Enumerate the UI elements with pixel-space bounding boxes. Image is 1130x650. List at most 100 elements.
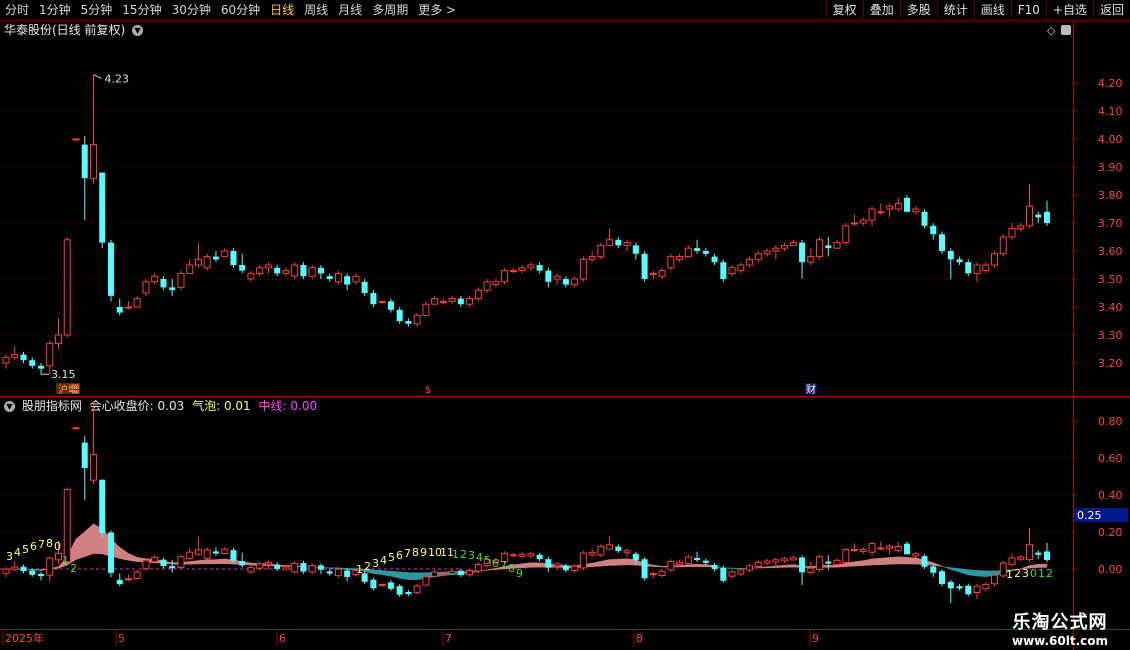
candle-body-down bbox=[29, 360, 36, 366]
candle-body-up bbox=[999, 236, 1007, 255]
indicator-candle-down bbox=[641, 559, 648, 579]
candle-body-down bbox=[947, 251, 954, 260]
indicator-candle-up bbox=[177, 556, 185, 568]
candle-body-down bbox=[405, 321, 412, 324]
indicator-candle-up bbox=[737, 569, 745, 575]
candle-body-up bbox=[667, 256, 675, 269]
candle-body-down bbox=[965, 262, 972, 274]
indicator-ribbon-segment bbox=[854, 560, 864, 567]
candle-body-up bbox=[553, 275, 561, 280]
indicator-candle-down bbox=[29, 570, 36, 575]
candle-body-up bbox=[807, 256, 815, 263]
indicator-ribbon-segment bbox=[119, 546, 129, 561]
indicator-candle-up bbox=[877, 547, 885, 550]
candle-body-down bbox=[116, 307, 123, 313]
candle-body-up bbox=[912, 208, 920, 213]
indicator-candle-down bbox=[107, 532, 114, 573]
indicator-candle-down bbox=[20, 566, 27, 572]
candle-body-up bbox=[658, 270, 666, 277]
panel-toggle-icon[interactable] bbox=[1061, 25, 1071, 35]
indicator-candle-up bbox=[789, 557, 797, 561]
watermark-title: 乐淘公式网 bbox=[1012, 612, 1108, 633]
indicator-count-label: 2 bbox=[70, 562, 77, 575]
candle-body-down bbox=[904, 197, 911, 212]
candle-body-up bbox=[72, 138, 80, 141]
indicator-candle-up bbox=[1008, 557, 1016, 565]
candle-body-up bbox=[11, 354, 19, 358]
candle-body-up bbox=[439, 300, 447, 303]
indicator-candle-up bbox=[422, 576, 430, 586]
candle-body-up bbox=[728, 267, 736, 274]
indicator-count-label: 4 bbox=[380, 554, 387, 567]
indicator-candle-up bbox=[54, 552, 62, 561]
indicator-candle-down bbox=[212, 551, 219, 554]
candle-body-up bbox=[623, 242, 631, 246]
indicator-candle-up bbox=[431, 571, 439, 577]
candle-body-down bbox=[711, 256, 718, 263]
indicator-candle-down bbox=[615, 546, 622, 551]
kline-chart[interactable]: 4.20 4.10 4.00 3.90 3.80 3.70 3.60 3.50 3.40 3.30… bbox=[0, 0, 1130, 650]
indicator-candle-down bbox=[81, 442, 88, 469]
indicator-candle-up bbox=[807, 567, 815, 573]
indicator-count-label: 8 bbox=[508, 562, 515, 575]
indicator-count-label: 1 bbox=[356, 563, 363, 576]
indicator-candle-up bbox=[448, 570, 456, 574]
indicator-count-label: 9 bbox=[420, 546, 427, 559]
event-marker-1: $ bbox=[425, 385, 431, 396]
candle-body-up bbox=[737, 264, 745, 272]
candle-body-up bbox=[579, 258, 587, 280]
indicator-candle-up bbox=[509, 554, 517, 557]
candle-body-down bbox=[274, 267, 281, 274]
candle-body-up bbox=[833, 242, 841, 249]
candle-body-down bbox=[37, 365, 44, 369]
indicator-candle-up bbox=[588, 552, 596, 556]
indicator-ribbon-segment bbox=[215, 558, 225, 565]
indicator-ribbon-segment bbox=[959, 568, 969, 576]
main-y-tick-label: 3.80 bbox=[1098, 189, 1123, 202]
x-axis-label: 6 bbox=[279, 632, 286, 645]
indicator-count-label: 3 bbox=[372, 557, 379, 570]
indicator-count-label: 8 bbox=[46, 537, 53, 550]
indicator-count-label: 2 bbox=[460, 548, 467, 561]
indicator-y-tick-label: 0.40 bbox=[1098, 489, 1123, 502]
indicator-candle-down bbox=[116, 579, 123, 585]
indicator-candle-up bbox=[973, 585, 981, 593]
indicator-candle-down bbox=[230, 550, 237, 561]
candle-body-up bbox=[868, 208, 876, 221]
indicator-candle-up bbox=[754, 561, 762, 568]
indicator-candle-up bbox=[2, 568, 10, 574]
indicator-candle-down bbox=[799, 557, 806, 573]
candle-body-up bbox=[877, 211, 885, 214]
indicator-count-label: 0 bbox=[54, 540, 61, 553]
indicator-candle-up bbox=[781, 558, 789, 562]
candle-body-down bbox=[361, 281, 368, 293]
indicator-candle-up bbox=[221, 548, 229, 555]
indicator-candle-up bbox=[308, 565, 316, 573]
indicator-candle-up bbox=[72, 427, 80, 430]
indicator-candle-down bbox=[317, 565, 324, 570]
indicator-candle-up bbox=[63, 488, 71, 563]
indicator-candle-down bbox=[457, 570, 464, 575]
indicator-candle-up bbox=[186, 551, 194, 560]
indicator-ribbon-segment bbox=[206, 559, 217, 565]
candle-body-down bbox=[457, 298, 464, 305]
indicator-count-label: 9 bbox=[516, 567, 523, 580]
candle-body-down bbox=[1035, 214, 1042, 218]
indicator-y-tick-label: 0.00 bbox=[1098, 563, 1123, 576]
candle-body-down bbox=[344, 276, 351, 285]
indicator-ribbon-segment bbox=[898, 556, 908, 565]
indicator-ribbon-segment bbox=[950, 567, 960, 573]
indicator-candle-up bbox=[912, 553, 920, 557]
indicator-candle-up bbox=[247, 567, 255, 573]
candle-body-up bbox=[89, 144, 97, 179]
candle-body-up bbox=[649, 272, 657, 275]
indicator-ribbon-segment bbox=[941, 565, 952, 570]
indicator-candle-up bbox=[606, 544, 614, 550]
indicator-ribbon-segment bbox=[784, 564, 794, 568]
indicator-count-label: 3 bbox=[6, 550, 13, 563]
indicator-candle-down bbox=[300, 563, 307, 572]
x-axis-label: 7 bbox=[445, 632, 452, 645]
event-marker-2: 财 bbox=[806, 383, 816, 396]
indicator-candle-up bbox=[833, 559, 841, 566]
x-axis-label: 5 bbox=[118, 632, 125, 645]
